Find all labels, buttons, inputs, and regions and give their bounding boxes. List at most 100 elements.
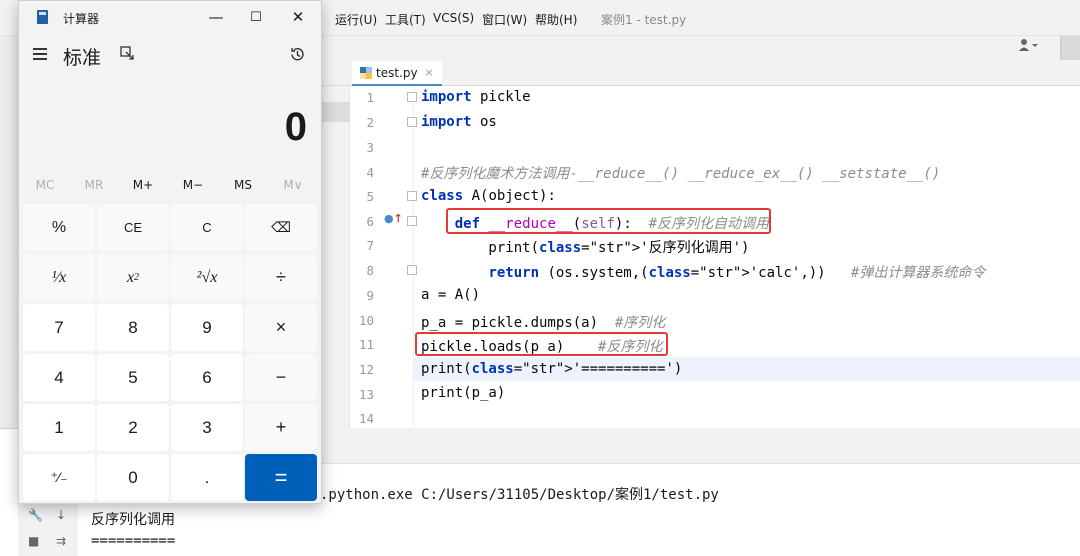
console-output-line: ==========	[91, 533, 176, 549]
tab-label: test.py	[376, 65, 418, 80]
equals-button[interactable]: =	[245, 454, 317, 501]
console-output-line: 反序列化调用	[91, 512, 175, 528]
calculator-mode-label: 标准	[63, 47, 102, 69]
digit-6-button[interactable]: 6	[171, 354, 243, 401]
digit-9-button[interactable]: 9	[171, 304, 243, 351]
fold-marker-icon[interactable]	[407, 265, 417, 275]
negate-button[interactable]: ⁺⁄₋	[23, 454, 95, 501]
fold-marker-icon[interactable]	[407, 117, 417, 127]
digit-4-button[interactable]: 4	[23, 354, 95, 401]
square-base-label: x	[126, 268, 135, 286]
line-number: 5	[366, 189, 374, 204]
run-toolbar: 🔧 ↓ ■ ⇉	[18, 500, 78, 556]
memory-recall-button[interactable]: MR	[74, 178, 114, 192]
code-line: print(class="str">'==========')	[421, 361, 683, 377]
square-exponent-label: 2	[134, 272, 140, 283]
line-number: 3	[366, 140, 374, 155]
wrench-icon[interactable]: 🔧	[28, 508, 43, 522]
code-line: import pickle	[421, 89, 531, 105]
project-panel	[322, 86, 350, 428]
ide-window-title: 案例1 - test.py	[601, 13, 687, 27]
digit-1-button[interactable]: 1	[23, 404, 95, 451]
decimal-button[interactable]: .	[171, 454, 243, 501]
history-icon[interactable]	[289, 46, 306, 63]
calculator-titlebar[interactable]: 计算器 — ☐ ✕	[19, 1, 321, 33]
digit-8-button[interactable]: 8	[97, 304, 169, 351]
menu-help[interactable]: 帮助(H)	[535, 11, 577, 28]
maximize-button[interactable]: ☐	[241, 4, 271, 30]
code-line: a = A()	[421, 287, 481, 303]
highlight-box-loads	[415, 332, 668, 356]
user-icon[interactable]	[1018, 38, 1040, 55]
fold-marker-icon[interactable]	[407, 191, 417, 201]
override-method-icon[interactable]: ●↑	[384, 212, 403, 225]
line-number: 4	[366, 165, 374, 180]
calculator-window: 计算器 — ☐ ✕ 标准 0 MC MR M+ M− MS M∨ % CE C …	[18, 0, 322, 504]
ide-toolbar	[322, 36, 1080, 60]
digit-0-button[interactable]: 0	[97, 454, 169, 501]
code-line: class A(object):	[421, 188, 556, 204]
line-number: 14	[358, 411, 374, 426]
percent-button[interactable]: %	[23, 204, 95, 251]
menu-window[interactable]: 窗口(W)	[482, 11, 527, 28]
stop-icon[interactable]: ■	[28, 534, 39, 548]
menu-tools[interactable]: 工具(T)	[385, 11, 426, 28]
menu-run[interactable]: 运行(U)	[335, 11, 377, 28]
digit-2-button[interactable]: 2	[97, 404, 169, 451]
line-number: 7	[366, 238, 374, 253]
calculator-display: 0	[284, 105, 307, 149]
menu-hamburger-icon[interactable]	[33, 48, 49, 62]
digit-5-button[interactable]: 5	[97, 354, 169, 401]
line-number: 9	[366, 288, 374, 303]
line-number: 10	[358, 313, 374, 328]
highlight-box-reduce	[446, 208, 771, 234]
digit-7-button[interactable]: 7	[23, 304, 95, 351]
add-button[interactable]: +	[245, 404, 317, 451]
line-number: 2	[366, 115, 374, 130]
fold-marker-icon[interactable]	[407, 216, 417, 226]
memory-clear-button[interactable]: MC	[25, 178, 65, 192]
keep-on-top-icon[interactable]	[120, 46, 134, 60]
code-line: #反序列化魔术方法调用-__reduce__() __reduce_ex__()…	[421, 166, 941, 182]
calculator-title: 计算器	[63, 12, 100, 26]
code-line: print(class="str">'反序列化调用')	[421, 240, 750, 256]
tab-close-icon[interactable]: ×	[425, 66, 434, 79]
line-number: 6	[366, 214, 374, 229]
console-command: .python.exe C:/Users/31105/Desktop/案例1/t…	[320, 487, 719, 503]
soft-wrap-icon[interactable]: ⇉	[56, 534, 66, 548]
arrow-down-icon[interactable]: ↓	[56, 508, 66, 522]
line-number: 8	[366, 263, 374, 278]
clear-button[interactable]: C	[171, 204, 243, 251]
reciprocal-button[interactable]: ¹⁄x	[23, 254, 95, 301]
square-button[interactable]: x2	[97, 254, 169, 301]
divide-button[interactable]: ÷	[245, 254, 317, 301]
toolbar-action-button[interactable]	[1060, 36, 1080, 60]
backspace-button[interactable]: ⌫	[245, 204, 317, 251]
line-number: 1	[366, 90, 374, 105]
menu-vcs[interactable]: VCS(S)	[433, 11, 474, 25]
square-root-button[interactable]: ²√x	[171, 254, 243, 301]
python-file-icon	[360, 66, 372, 79]
clear-entry-button[interactable]: CE	[97, 204, 169, 251]
memory-store-button[interactable]: MS	[223, 178, 263, 192]
code-line: print(p_a)	[421, 385, 506, 401]
code-line: p_a = pickle.dumps(a) #序列化	[421, 315, 666, 331]
code-line: import os	[421, 114, 497, 130]
fold-marker-icon[interactable]	[407, 92, 417, 102]
code-line: return (os.system,(class="str">'calc',))…	[488, 265, 986, 281]
memory-subtract-button[interactable]: M−	[173, 178, 213, 192]
tab-test-py[interactable]: test.py ×	[352, 61, 442, 86]
run-panel-header	[322, 428, 1080, 464]
subtract-button[interactable]: −	[245, 354, 317, 401]
line-number: 12	[358, 362, 374, 377]
multiply-button[interactable]: ×	[245, 304, 317, 351]
digit-3-button[interactable]: 3	[171, 404, 243, 451]
calculator-app-icon	[37, 10, 48, 24]
line-number: 11	[358, 337, 374, 352]
line-number: 13	[358, 387, 374, 402]
close-button[interactable]: ✕	[283, 4, 313, 30]
memory-add-button[interactable]: M+	[123, 178, 163, 192]
backspace-icon: ⌫	[271, 219, 291, 235]
minimize-button[interactable]: —	[201, 4, 231, 30]
memory-list-button[interactable]: M∨	[273, 178, 313, 192]
